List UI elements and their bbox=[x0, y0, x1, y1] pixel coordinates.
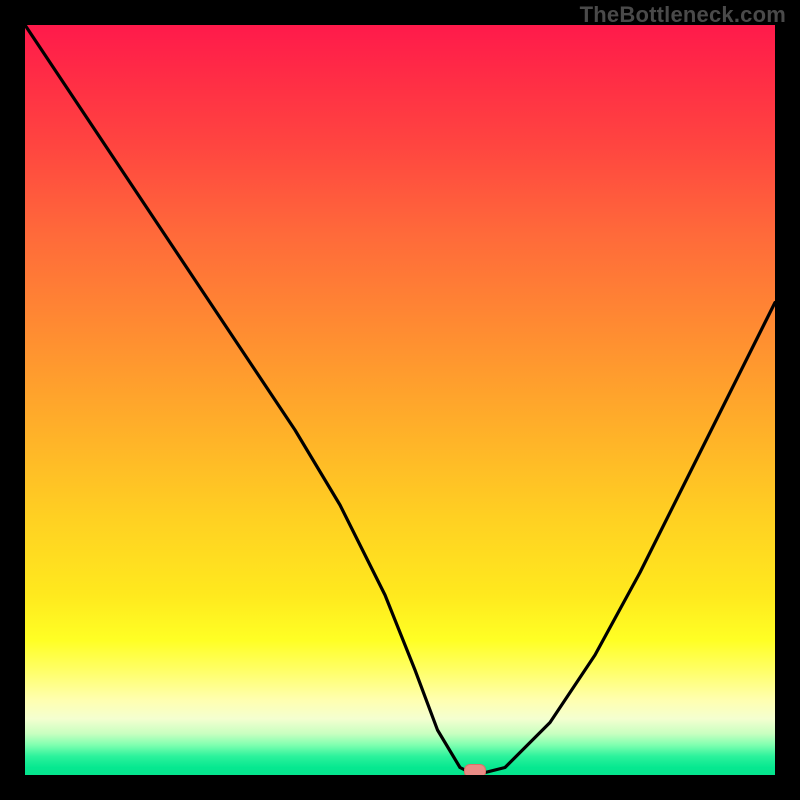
chart-frame: TheBottleneck.com bbox=[0, 0, 800, 800]
watermark-text: TheBottleneck.com bbox=[580, 2, 786, 28]
curve-path bbox=[25, 25, 775, 775]
bottleneck-curve bbox=[25, 25, 775, 775]
plot-area bbox=[25, 25, 775, 775]
optimal-marker bbox=[464, 764, 486, 775]
